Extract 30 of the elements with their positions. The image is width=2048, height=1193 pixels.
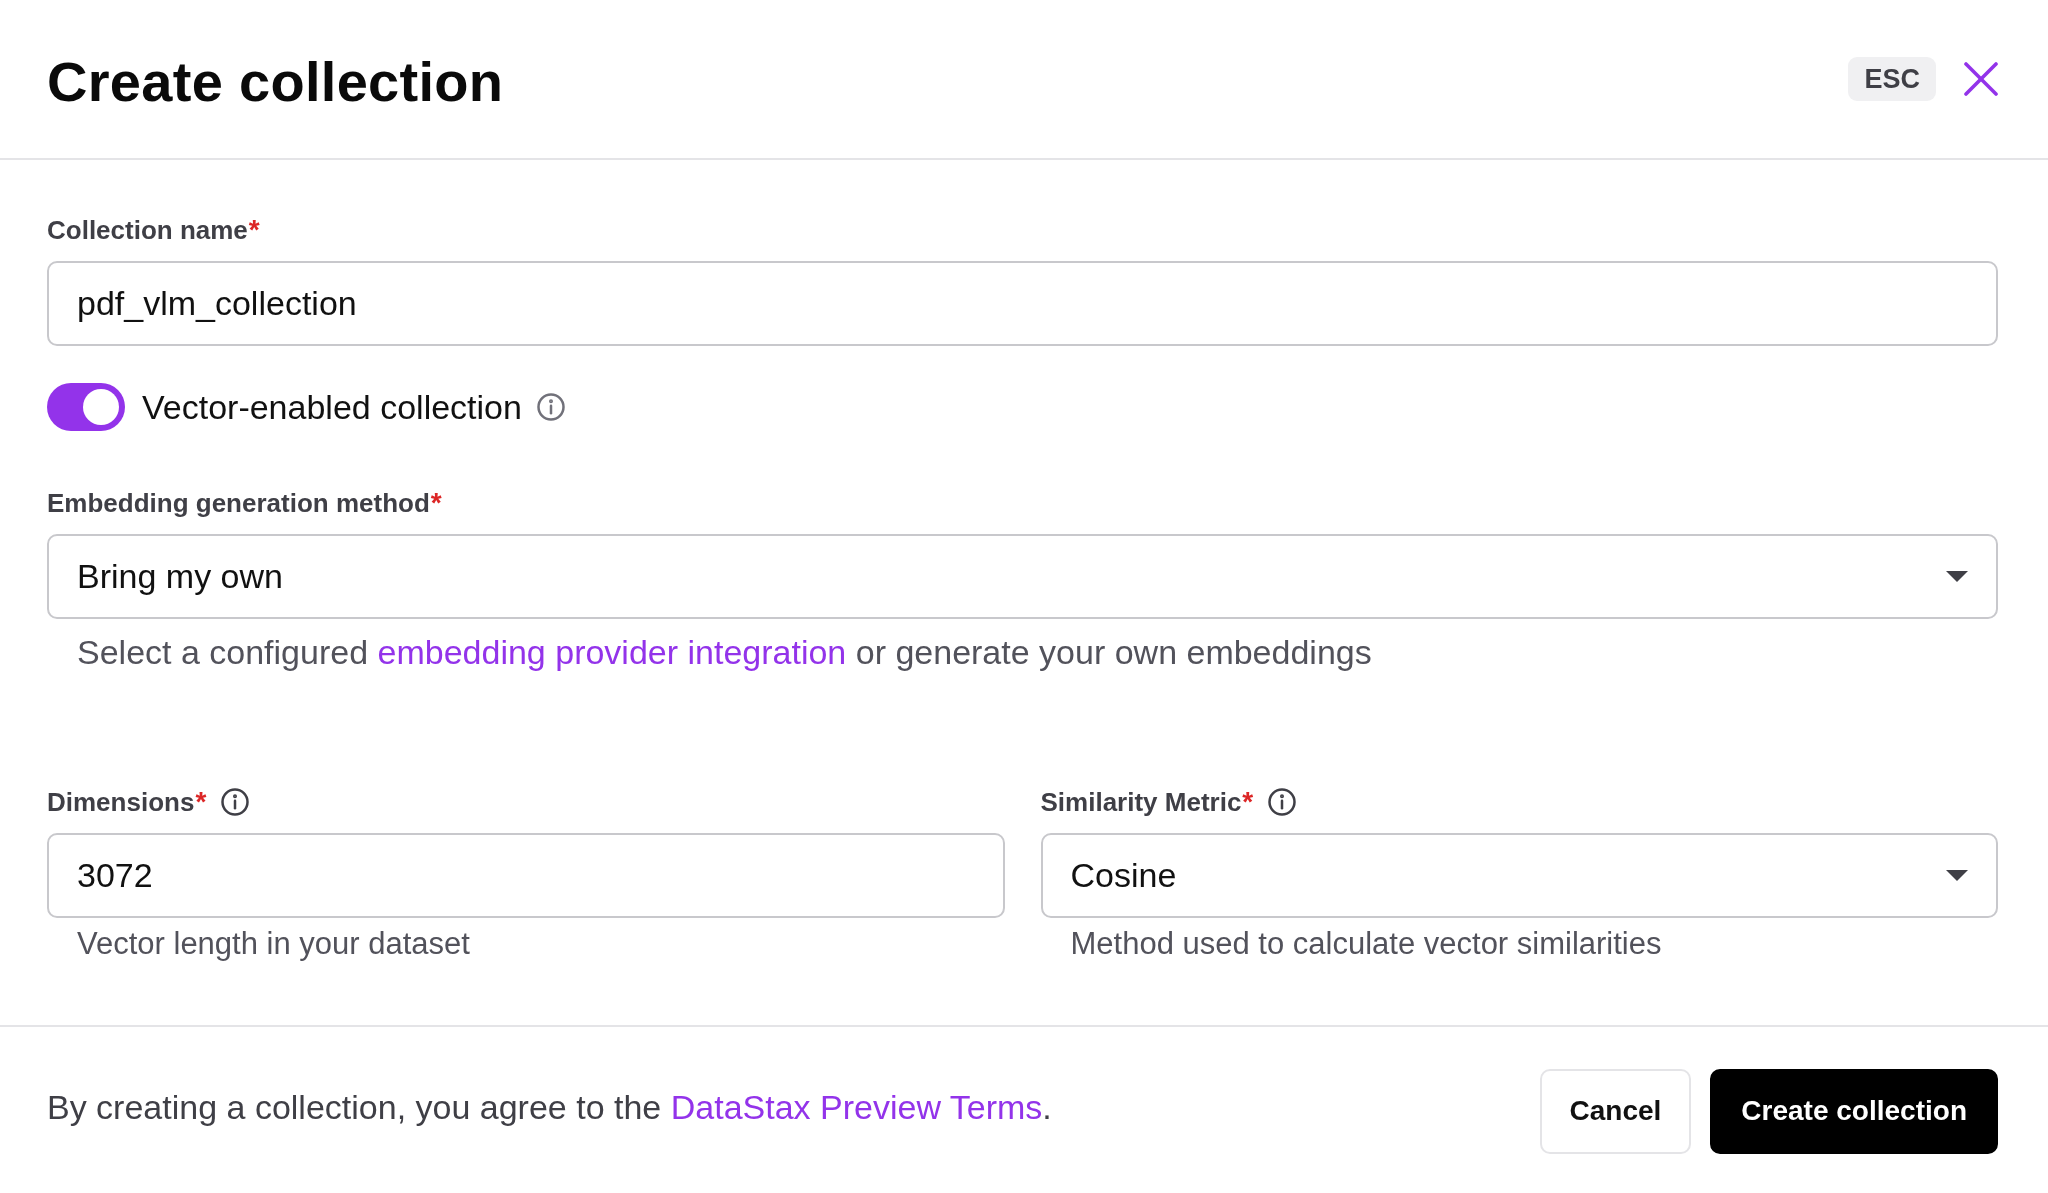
- caret-icon: [1946, 571, 1968, 582]
- close-icon[interactable]: [1964, 62, 1998, 96]
- terms-notice: By creating a collection, you agree to the DataStax Preview Terms.: [47, 1087, 1052, 1127]
- caret-icon: [1946, 870, 1968, 881]
- create-button[interactable]: Create collection: [1710, 1068, 1998, 1154]
- terms-link[interactable]: DataStax Preview Terms: [670, 1087, 1043, 1126]
- dialog-title: Create collection: [47, 54, 504, 110]
- shortcut-hint: ESC: [1848, 57, 1936, 101]
- required-mark: *: [1242, 786, 1254, 818]
- embedding-method-select[interactable]: Bring my own: [47, 534, 1998, 619]
- required-mark: *: [195, 786, 207, 818]
- required-mark: *: [248, 214, 260, 246]
- toggle-switch[interactable]: [47, 383, 125, 431]
- dimensions-input[interactable]: 3072: [47, 833, 1005, 918]
- required-mark: *: [430, 487, 442, 519]
- collection-name-input[interactable]: pdf_vlm_collection: [47, 261, 1998, 346]
- help-text: Select a configured embedding provider integration or generate your own embeddings: [77, 632, 1372, 672]
- help-text: Vector length in your dataset: [77, 926, 470, 962]
- help-text: Method used to calculate vector similarities: [1070, 926, 1662, 962]
- info-icon[interactable]: [220, 787, 251, 817]
- field-label: Collection name: [47, 214, 248, 246]
- toggle-label: Vector-enabled collection: [142, 387, 522, 427]
- similarity-metric-select[interactable]: Cosine: [1040, 833, 1998, 918]
- info-icon[interactable]: [535, 392, 566, 422]
- field-label: Similarity Metric: [1040, 786, 1242, 818]
- field-label: Dimensions: [47, 786, 195, 818]
- integration-link[interactable]: embedding provider integration: [377, 633, 847, 671]
- info-icon[interactable]: [1267, 787, 1298, 817]
- cancel-button[interactable]: Cancel: [1539, 1068, 1692, 1154]
- field-label: Embedding generation method: [47, 487, 430, 519]
